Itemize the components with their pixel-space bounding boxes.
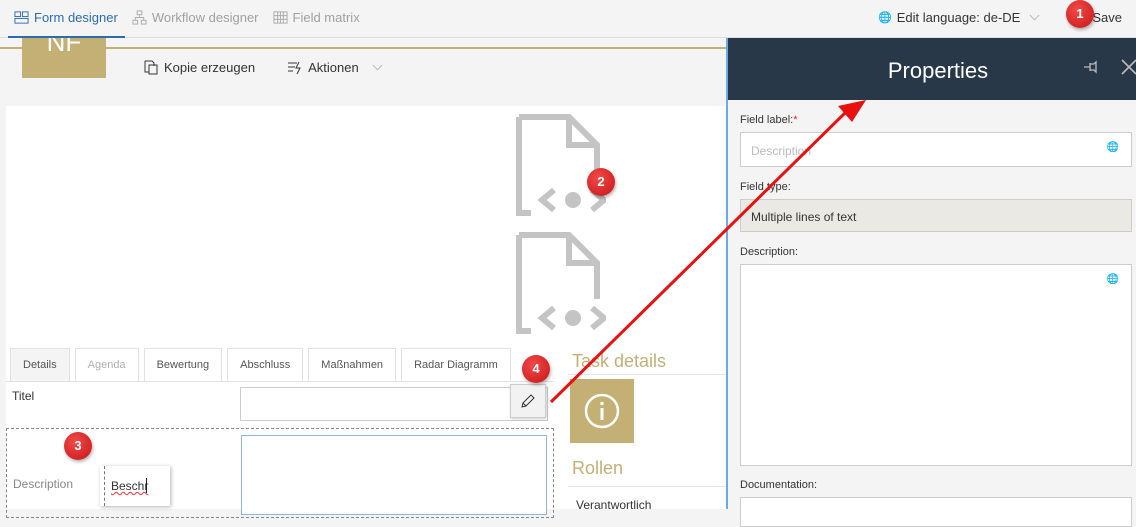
- actions-icon: [288, 61, 301, 75]
- tab-bewertung[interactable]: Bewertung: [143, 348, 223, 381]
- designer-nav: Form designer Workflow designer Field ma…: [14, 10, 360, 25]
- description-prop-textarea[interactable]: 🌐: [740, 264, 1132, 466]
- tab-abschluss[interactable]: Abschluss: [227, 348, 304, 381]
- tab-workflow-designer[interactable]: Workflow designer: [132, 10, 259, 25]
- tab-agenda[interactable]: Agenda: [74, 348, 139, 381]
- actions-dropdown[interactable]: Aktionen: [287, 59, 383, 75]
- editor-border: [104, 466, 105, 506]
- panel-title: Properties: [887, 58, 989, 83]
- inline-label-editor[interactable]: Beschr: [100, 466, 170, 506]
- header-divider: [0, 47, 726, 49]
- save-label: Save: [1092, 10, 1122, 25]
- info-tile[interactable]: [570, 379, 634, 443]
- tab-label: Field matrix: [292, 10, 360, 25]
- edit-language-label: Edit language: de-DE: [896, 10, 1021, 25]
- grid-icon: [272, 11, 288, 24]
- tabs-divider: [6, 381, 554, 382]
- info-icon: [584, 393, 620, 429]
- code-file-icon: [516, 114, 606, 216]
- pin-icon[interactable]: [1084, 60, 1104, 74]
- titel-label: Titel: [12, 389, 35, 403]
- tab-label: Form designer: [34, 10, 118, 25]
- titel-input[interactable]: [240, 387, 548, 421]
- translate-icon: 🌐: [878, 12, 892, 24]
- annotation-badge-3: 3: [64, 432, 92, 460]
- actions-label: Aktionen: [308, 59, 359, 75]
- field-label-input[interactable]: Description 🌐: [740, 132, 1132, 167]
- section-divider: [568, 374, 726, 375]
- field-label-text: Field label:: [740, 114, 794, 126]
- documentation-input[interactable]: [740, 497, 1132, 527]
- pencil-icon: [521, 394, 535, 408]
- description-label: Description: [13, 477, 74, 491]
- tab-label: Workflow designer: [151, 10, 259, 25]
- code-file-icon: [516, 232, 606, 334]
- panel-header: Properties: [728, 38, 1136, 100]
- copy-label: Kopie erzeugen: [164, 59, 256, 75]
- tab-field-matrix[interactable]: Field matrix: [272, 10, 360, 25]
- annotation-badge-1: 1: [1066, 0, 1094, 28]
- chevron-down-icon: [1029, 10, 1040, 21]
- field-label-placeholder: Description: [751, 144, 812, 158]
- annotation-badge-4: 4: [522, 355, 550, 383]
- tab-details[interactable]: Details: [10, 348, 70, 381]
- copy-icon: [144, 60, 158, 75]
- description-textarea[interactable]: [241, 435, 547, 515]
- annotation-badge-2: 2: [587, 168, 615, 196]
- workflow-icon: [132, 10, 147, 25]
- translate-icon[interactable]: 🌐: [1107, 274, 1119, 285]
- task-details-heading: Task details: [572, 351, 667, 371]
- edit-language-dropdown[interactable]: 🌐 Edit language: de-DE: [878, 10, 1040, 25]
- close-icon[interactable]: [1120, 58, 1136, 76]
- text-caret: [146, 478, 147, 493]
- documentation-label: Documentation:: [740, 479, 818, 491]
- role-verantwortlich: Verantwortlich: [576, 498, 652, 512]
- tab-massnahmen[interactable]: Maßnahmen: [308, 348, 397, 381]
- section-divider: [568, 486, 726, 487]
- field-type-value: Multiple lines of text: [740, 199, 1132, 232]
- description-prop-label: Description:: [740, 246, 799, 258]
- field-label-label: Field label:*: [740, 114, 797, 126]
- form-icon: [14, 11, 29, 24]
- command-bar: Kopie erzeugen Aktionen: [144, 59, 383, 75]
- chevron-down-icon: [372, 60, 383, 70]
- edit-field-button[interactable]: [510, 384, 546, 418]
- field-type-label: Field type:: [740, 181, 791, 193]
- translate-icon[interactable]: 🌐: [1107, 142, 1119, 153]
- inline-label-value: Beschr: [111, 479, 149, 493]
- rollen-heading: Rollen: [572, 458, 624, 478]
- copy-button[interactable]: Kopie erzeugen: [144, 59, 255, 75]
- form-tabs: Details Agenda Bewertung Abschluss Maßna…: [10, 348, 511, 381]
- form-logo: NF: [22, 38, 106, 78]
- properties-panel: Properties Field label:* Description 🌐 F…: [726, 38, 1136, 527]
- required-marker: *: [793, 114, 798, 126]
- logo-text: NF: [46, 38, 82, 57]
- tab-form-designer[interactable]: Form designer: [14, 10, 118, 25]
- top-bar: Form designer Workflow designer Field ma…: [0, 0, 1136, 38]
- tab-radar-diagramm[interactable]: Radar Diagramm: [401, 348, 511, 381]
